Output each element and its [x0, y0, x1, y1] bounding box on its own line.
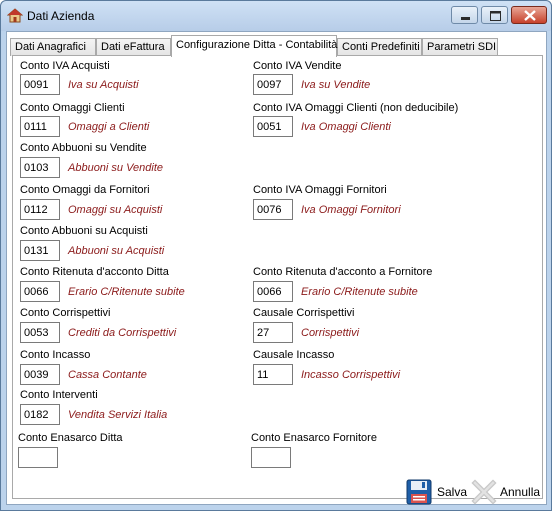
maximize-icon — [490, 11, 501, 21]
minimize-icon — [461, 17, 470, 20]
abbuoni-vendite-description: Abbuoni su Vendite — [68, 162, 163, 174]
enasarco-fornitore-label: Conto Enasarco Fornitore — [251, 432, 377, 444]
ritenuta-fornitore-description: Erario C/Ritenute subite — [301, 286, 418, 298]
iva-vendite-code-input[interactable]: 0097 — [253, 74, 293, 95]
tab-configurazione-ditta-contabilita[interactable]: Configurazione Ditta - Contabilità — [171, 35, 337, 57]
abbuoni-acquisti-label: Conto Abbuoni su Acquisti — [20, 225, 148, 237]
omaggi-clienti-label: Conto Omaggi Clienti — [20, 102, 125, 114]
incasso-label: Conto Incasso — [20, 349, 91, 361]
tab-page-configurazione: Conto IVA Acquisti 0091 Iva su Acquisti … — [12, 55, 543, 499]
interventi-label: Conto Interventi — [20, 389, 98, 401]
iva-vendite-description: Iva su Vendite — [301, 79, 371, 91]
iva-vendite-label: Conto IVA Vendite — [253, 60, 342, 72]
cancel-button-label: Annulla — [500, 485, 541, 499]
incasso-description: Cassa Contante — [68, 369, 147, 381]
tab-label: Configurazione Ditta - Contabilità — [176, 39, 338, 51]
cancel-button[interactable]: Annulla — [471, 479, 546, 505]
title-bar[interactable]: Dati Azienda — [1, 1, 551, 31]
tab-dati-anagrafici[interactable]: Dati Anagrafici — [10, 38, 96, 56]
abbuoni-acquisti-description: Abbuoni su Acquisti — [68, 245, 165, 257]
omaggi-clienti-description: Omaggi a Clienti — [68, 121, 150, 133]
enasarco-fornitore-code-input[interactable] — [251, 447, 291, 468]
maximize-button[interactable] — [481, 6, 508, 24]
causale-corrispettivi-label: Causale Corrispettivi — [253, 307, 355, 319]
corrispettivi-label: Conto Corrispettivi — [20, 307, 111, 319]
save-button-label: Salva — [437, 485, 468, 499]
abbuoni-vendite-label: Conto Abbuoni su Vendite — [20, 142, 147, 154]
tab-dati-efattura[interactable]: Dati eFattura — [96, 38, 171, 56]
iva-omaggi-fornitori-description: Iva Omaggi Fornitori — [301, 204, 401, 216]
omaggi-fornitori-code-input[interactable]: 0112 — [20, 199, 60, 220]
close-button[interactable] — [511, 6, 547, 24]
iva-omaggi-fornitori-label: Conto IVA Omaggi Fornitori — [253, 184, 387, 196]
house-icon — [7, 8, 23, 23]
window-title: Dati Azienda — [27, 9, 95, 23]
client-area: Dati Anagrafici Dati eFattura Configuraz… — [6, 31, 547, 505]
incasso-code-input[interactable]: 0039 — [20, 364, 60, 385]
causale-incasso-description: Incasso Corrispettivi — [301, 369, 401, 381]
causale-corrispettivi-code-input[interactable]: 27 — [253, 322, 293, 343]
iva-omaggi-clienti-code-input[interactable]: 0051 — [253, 116, 293, 137]
tab-label: Dati eFattura — [101, 41, 165, 53]
iva-acquisti-label: Conto IVA Acquisti — [20, 60, 110, 72]
iva-omaggi-clienti-label: Conto IVA Omaggi Clienti (non deducibile… — [253, 102, 459, 114]
interventi-code-input[interactable]: 0182 — [20, 404, 60, 425]
iva-omaggi-clienti-description: Iva Omaggi Clienti — [301, 121, 391, 133]
iva-acquisti-code-input[interactable]: 0091 — [20, 74, 60, 95]
omaggi-clienti-code-input[interactable]: 0111 — [20, 116, 60, 137]
abbuoni-vendite-code-input[interactable]: 0103 — [20, 157, 60, 178]
save-button[interactable]: Salva — [406, 479, 468, 505]
interventi-description: Vendita Servizi Italia — [68, 409, 168, 421]
tab-label: Conti Predefiniti — [342, 41, 420, 53]
ritenuta-ditta-label: Conto Ritenuta d'acconto Ditta — [20, 266, 169, 278]
iva-omaggi-fornitori-code-input[interactable]: 0076 — [253, 199, 293, 220]
ritenuta-fornitore-label: Conto Ritenuta d'acconto a Fornitore — [253, 266, 433, 278]
omaggi-fornitori-description: Omaggi su Acquisti — [68, 204, 163, 216]
corrispettivi-description: Crediti da Corrispettivi — [68, 327, 177, 339]
close-icon — [524, 10, 536, 21]
floppy-disk-icon — [406, 479, 432, 505]
causale-incasso-label: Causale Incasso — [253, 349, 335, 361]
enasarco-ditta-code-input[interactable] — [18, 447, 58, 468]
abbuoni-acquisti-code-input[interactable]: 0131 — [20, 240, 60, 261]
omaggi-fornitori-label: Conto Omaggi da Fornitori — [20, 184, 150, 196]
ritenuta-fornitore-code-input[interactable]: 0066 — [253, 281, 293, 302]
iva-acquisti-description: Iva su Acquisti — [68, 79, 139, 91]
app-window: Dati Azienda Dati Anagrafici Dati eFattu… — [0, 0, 552, 511]
corrispettivi-code-input[interactable]: 0053 — [20, 322, 60, 343]
cancel-x-icon — [471, 479, 497, 505]
enasarco-ditta-label: Conto Enasarco Ditta — [18, 432, 123, 444]
tab-label: Dati Anagrafici — [15, 41, 86, 53]
minimize-button[interactable] — [451, 6, 478, 24]
causale-corrispettivi-description: Corrispettivi — [301, 327, 360, 339]
ritenuta-ditta-description: Erario C/Ritenute subite — [68, 286, 185, 298]
causale-incasso-code-input[interactable]: 11 — [253, 364, 293, 385]
tab-label: Parametri SDI — [427, 41, 497, 53]
ritenuta-ditta-code-input[interactable]: 0066 — [20, 281, 60, 302]
tab-parametri-sdi[interactable]: Parametri SDI — [422, 38, 498, 56]
tab-conti-predefiniti[interactable]: Conti Predefiniti — [337, 38, 422, 56]
